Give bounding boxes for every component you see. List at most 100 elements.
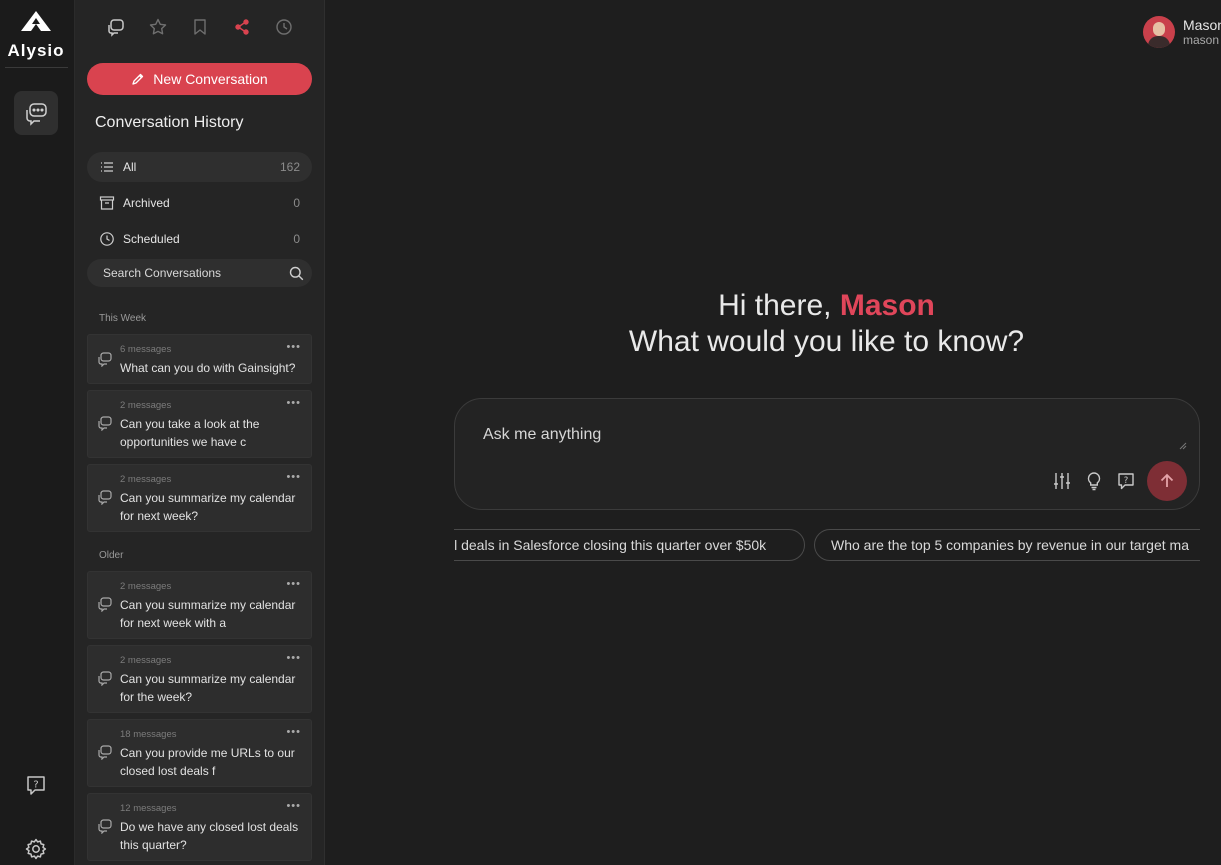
section-older: Older bbox=[99, 550, 124, 561]
search-icon[interactable] bbox=[288, 265, 304, 281]
message-count: 2 messages bbox=[120, 581, 172, 592]
user-profile[interactable]: Mason mason bbox=[1143, 16, 1221, 48]
svg-text:?: ? bbox=[1124, 476, 1129, 486]
conversation-icon bbox=[98, 416, 112, 431]
message-count: 6 messages bbox=[120, 344, 172, 355]
suggestion-chips: ll deals in Salesforce closing this quar… bbox=[454, 529, 1200, 563]
greeting-question: What would you like to know? bbox=[628, 325, 1025, 358]
send-button[interactable] bbox=[1147, 461, 1187, 501]
conversation-title: What can you do with Gainsight? bbox=[120, 361, 296, 375]
help-button[interactable]: ? bbox=[23, 772, 49, 798]
settings-button[interactable] bbox=[23, 836, 49, 862]
more-options-icon[interactable]: ••• bbox=[286, 341, 301, 353]
rail-chat-button[interactable] bbox=[14, 91, 58, 135]
user-email: mason bbox=[1183, 33, 1220, 47]
more-options-icon[interactable]: ••• bbox=[286, 726, 301, 738]
message-count: 2 messages bbox=[120, 400, 172, 411]
more-options-icon[interactable]: ••• bbox=[286, 397, 301, 409]
conversation-title: Can you take a look at the opportunities… bbox=[120, 417, 260, 449]
list-icon bbox=[99, 159, 115, 175]
section-this-week: This Week bbox=[99, 313, 147, 324]
tab-conversations[interactable] bbox=[105, 16, 127, 38]
conversation-title: Can you summarize my calendar for next w… bbox=[120, 491, 296, 523]
help-bubble-icon: ? bbox=[1118, 473, 1134, 490]
app-rail: Alysio ? bbox=[0, 0, 75, 865]
new-conversation-button[interactable]: New Conversation bbox=[87, 63, 312, 95]
filter-all-label: All bbox=[123, 160, 137, 174]
more-options-icon[interactable]: ••• bbox=[286, 652, 301, 664]
conversation-sidebar: New Conversation Conversation History Al… bbox=[75, 0, 325, 865]
sliders-icon bbox=[1054, 473, 1070, 489]
archive-icon bbox=[99, 195, 115, 211]
search-placeholder: Search Conversations bbox=[103, 266, 222, 280]
greeting-prefix: Hi there, bbox=[718, 289, 832, 322]
more-options-icon[interactable]: ••• bbox=[286, 578, 301, 590]
search-conversations-input[interactable]: Search Conversations bbox=[87, 259, 312, 287]
conversation-item[interactable]: 12 messages ••• Do we have any closed lo… bbox=[87, 793, 312, 861]
message-count: 2 messages bbox=[120, 655, 172, 666]
conversation-item[interactable]: 6 messages ••• What can you do with Gain… bbox=[87, 334, 312, 384]
conversation-title: Can you summarize my calendar for next w… bbox=[120, 598, 296, 630]
share-icon bbox=[235, 19, 249, 35]
svg-text:?: ? bbox=[33, 780, 38, 791]
tab-favorites[interactable] bbox=[147, 16, 169, 38]
clock-icon bbox=[99, 231, 115, 247]
greeting: Hi there, Mason What would you like to k… bbox=[325, 288, 1221, 360]
filter-archived-count: 0 bbox=[293, 196, 300, 210]
conversation-title: Can you summarize my calendar for the we… bbox=[120, 672, 296, 704]
message-count: 18 messages bbox=[120, 729, 177, 740]
greeting-line: Hi there, Mason bbox=[325, 288, 1221, 324]
clock-icon bbox=[276, 19, 292, 35]
conversation-icon bbox=[98, 597, 112, 612]
gear-icon bbox=[25, 838, 47, 860]
help-bubble-icon: ? bbox=[27, 776, 45, 795]
more-options-icon[interactable]: ••• bbox=[286, 471, 301, 483]
greeting-name: Mason bbox=[839, 289, 935, 322]
conversation-icon bbox=[98, 745, 112, 760]
rail-divider bbox=[5, 67, 68, 68]
lightbulb-icon bbox=[1087, 472, 1101, 491]
filter-all[interactable]: All 162 bbox=[87, 152, 312, 182]
conversation-icon bbox=[98, 490, 112, 505]
settings-sliders-button[interactable] bbox=[1051, 470, 1073, 492]
ask-tools: ? bbox=[1051, 461, 1187, 501]
tab-bookmarks[interactable] bbox=[189, 16, 211, 38]
conversation-title: Do we have any closed lost deals this qu… bbox=[120, 820, 299, 852]
resize-handle-icon[interactable] bbox=[1179, 442, 1187, 450]
filter-scheduled[interactable]: Scheduled 0 bbox=[87, 224, 312, 254]
filter-all-count: 162 bbox=[279, 160, 300, 174]
help-prompt-button[interactable]: ? bbox=[1115, 470, 1137, 492]
conversation-title: Can you provide me URLs to our closed lo… bbox=[120, 746, 295, 778]
conversation-item[interactable]: 18 messages ••• Can you provide me URLs … bbox=[87, 719, 312, 787]
message-count: 2 messages bbox=[120, 474, 172, 485]
main-area: Mason mason Hi there, Mason What would y… bbox=[325, 0, 1221, 865]
ask-placeholder: Ask me anything bbox=[483, 426, 602, 443]
chat-bubbles-icon bbox=[108, 19, 124, 37]
message-count: 12 messages bbox=[120, 803, 177, 814]
arrow-up-icon bbox=[1160, 473, 1174, 487]
pencil-icon bbox=[132, 73, 144, 85]
conversation-item[interactable]: 2 messages ••• Can you take a look at th… bbox=[87, 390, 312, 458]
filter-archived-label: Archived bbox=[123, 196, 170, 210]
conversation-item[interactable]: 2 messages ••• Can you summarize my cale… bbox=[87, 645, 312, 713]
avatar bbox=[1143, 16, 1175, 48]
filter-archived[interactable]: Archived 0 bbox=[87, 188, 312, 218]
conversation-icon bbox=[98, 352, 112, 367]
conversation-item[interactable]: 2 messages ••• Can you summarize my cale… bbox=[87, 464, 312, 532]
conversation-icon bbox=[98, 819, 112, 834]
brand-logo[interactable]: Alysio bbox=[0, 10, 72, 61]
suggestion-chip[interactable]: Who are the top 5 companies by revenue i… bbox=[814, 529, 1200, 561]
logo-mark-icon bbox=[21, 11, 51, 31]
filter-scheduled-label: Scheduled bbox=[123, 232, 180, 246]
tab-shared[interactable] bbox=[231, 16, 253, 38]
new-conversation-label: New Conversation bbox=[153, 71, 268, 87]
ideas-button[interactable] bbox=[1083, 470, 1105, 492]
suggestion-chip[interactable]: ll deals in Salesforce closing this quar… bbox=[454, 529, 805, 561]
chat-bubbles-icon bbox=[26, 103, 47, 126]
more-options-icon[interactable]: ••• bbox=[286, 800, 301, 812]
filter-scheduled-count: 0 bbox=[293, 232, 300, 246]
ask-input[interactable]: Ask me anything ? bbox=[454, 398, 1200, 510]
tab-history[interactable] bbox=[273, 16, 295, 38]
conversation-item[interactable]: 2 messages ••• Can you summarize my cale… bbox=[87, 571, 312, 639]
user-name: Mason bbox=[1183, 17, 1221, 33]
